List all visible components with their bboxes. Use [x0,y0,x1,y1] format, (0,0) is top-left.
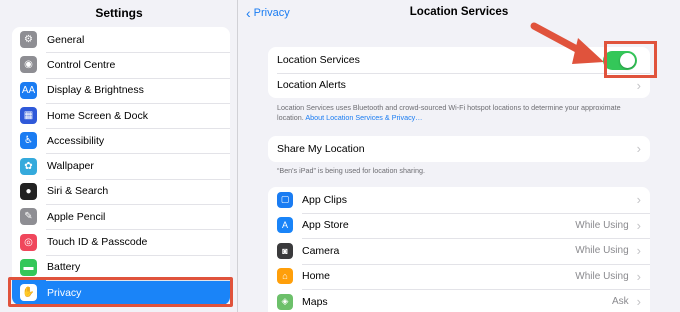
toggle-knob [620,53,635,68]
sidebar-item-touch-id-passcode[interactable]: ◎ Touch ID & Passcode [12,229,230,254]
app-permission-value: While Using [575,245,629,257]
location-services-group: Location Services Location Alerts › [268,47,650,98]
chevron-right-icon: › [636,141,641,157]
display-icon: AA [20,81,37,99]
share-location-group: Share My Location › [268,136,650,162]
location-services-toggle[interactable] [603,51,637,70]
app-row-camera[interactable]: ◙ Camera While Using › [268,238,650,264]
sidebar: Settings ⚙ General ◉ Control Centre AA Displa… [0,0,238,312]
gear-icon: ⚙ [20,31,37,49]
app-clips-icon: ▢ [277,191,293,208]
control-centre-icon: ◉ [20,56,37,74]
share-footer: “Ben's iPad” is being used for location … [277,166,426,175]
sidebar-item-label: Privacy [47,286,82,299]
chevron-right-icon: › [636,294,641,310]
location-footer: Location Services uses Bluetooth and cro… [277,103,647,123]
share-my-location-label: Share My Location [277,142,365,155]
hand-icon: ✋ [20,284,37,302]
wallpaper-icon: ✿ [20,157,37,175]
sidebar-item-label: Battery [47,261,81,274]
sidebar-item-label: Accessibility [47,134,105,147]
chevron-right-icon: › [636,243,641,259]
app-label: Camera [302,244,340,257]
sidebar-item-privacy[interactable]: ✋ Privacy [12,279,230,306]
page-title: Location Services [409,6,509,18]
location-services-label: Location Services [277,53,360,66]
sidebar-item-home-screen-dock[interactable]: ▦ Home Screen & Dock [12,103,230,128]
home-icon: ⌂ [277,268,293,285]
siri-icon: ● [20,182,37,200]
sidebar-item-siri-search[interactable]: ● Siri & Search [12,179,230,204]
sidebar-item-control-centre[interactable]: ◉ Control Centre [12,52,230,77]
sidebar-item-label: Apple Pencil [47,210,106,223]
main-panel: ‹ Privacy Location Services Location Ser… [238,0,680,312]
accessibility-icon: ♿ [20,132,37,150]
sidebar-item-label: Home Screen & Dock [47,109,148,122]
app-store-icon: A [277,217,293,234]
sidebar-item-general[interactable]: ⚙ General [12,27,230,52]
battery-icon: ▬ [20,258,37,276]
app-row-app-store[interactable]: A App Store While Using › [268,212,650,239]
sidebar-item-label: Control Centre [47,58,116,71]
sidebar-item-display-brightness[interactable]: AA Display & Brightness [12,78,230,103]
maps-icon: ◈ [277,293,293,310]
camera-icon: ◙ [277,242,293,259]
app-row-app-clips[interactable]: ▢ App Clips › [268,187,650,213]
app-label: Home [302,270,331,283]
share-my-location-row[interactable]: Share My Location › [268,136,650,162]
sidebar-item-label: Wallpaper [47,160,94,173]
sidebar-item-battery[interactable]: ▬ Battery [12,255,230,280]
sidebar-item-accessibility[interactable]: ♿ Accessibility [12,128,230,153]
pencil-icon: ✎ [20,208,37,226]
about-privacy-link[interactable]: About Location Services & Privacy… [305,113,422,122]
app-row-maps[interactable]: ◈ Maps Ask › [268,289,650,312]
sidebar-item-label: Touch ID & Passcode [47,236,148,249]
app-permission-value: Ask [611,296,629,308]
chevron-right-icon: › [636,268,641,284]
apps-list: ▢ App Clips › A App Store While Using › ◙ Camera… [268,187,650,312]
fingerprint-icon: ◎ [20,233,37,251]
app-label: App Store [302,219,349,232]
sidebar-title: Settings [95,6,143,20]
location-alerts-label: Location Alerts [277,79,346,92]
chevron-right-icon: › [636,217,641,233]
sidebar-item-label: General [47,33,85,46]
sidebar-item-apple-pencil[interactable]: ✎ Apple Pencil [12,204,230,229]
sidebar-item-wallpaper[interactable]: ✿ Wallpaper [12,153,230,178]
home-screen-icon: ▦ [20,107,37,125]
sidebar-item-label: Siri & Search [47,185,109,198]
chevron-right-icon: › [636,192,641,208]
app-label: App Clips [302,193,347,206]
sidebar-list: ⚙ General ◉ Control Centre AA Display & Brigh… [12,27,230,306]
sidebar-item-label: Display & Brightness [47,84,144,97]
app-row-home[interactable]: ⌂ Home While Using › [268,263,650,290]
location-alerts-row[interactable]: Location Alerts › [268,72,650,99]
app-permission-value: While Using [575,270,629,282]
location-services-row: Location Services [268,47,650,73]
chevron-right-icon: › [636,77,641,93]
app-permission-value: While Using [575,219,629,231]
app-label: Maps [302,295,328,308]
